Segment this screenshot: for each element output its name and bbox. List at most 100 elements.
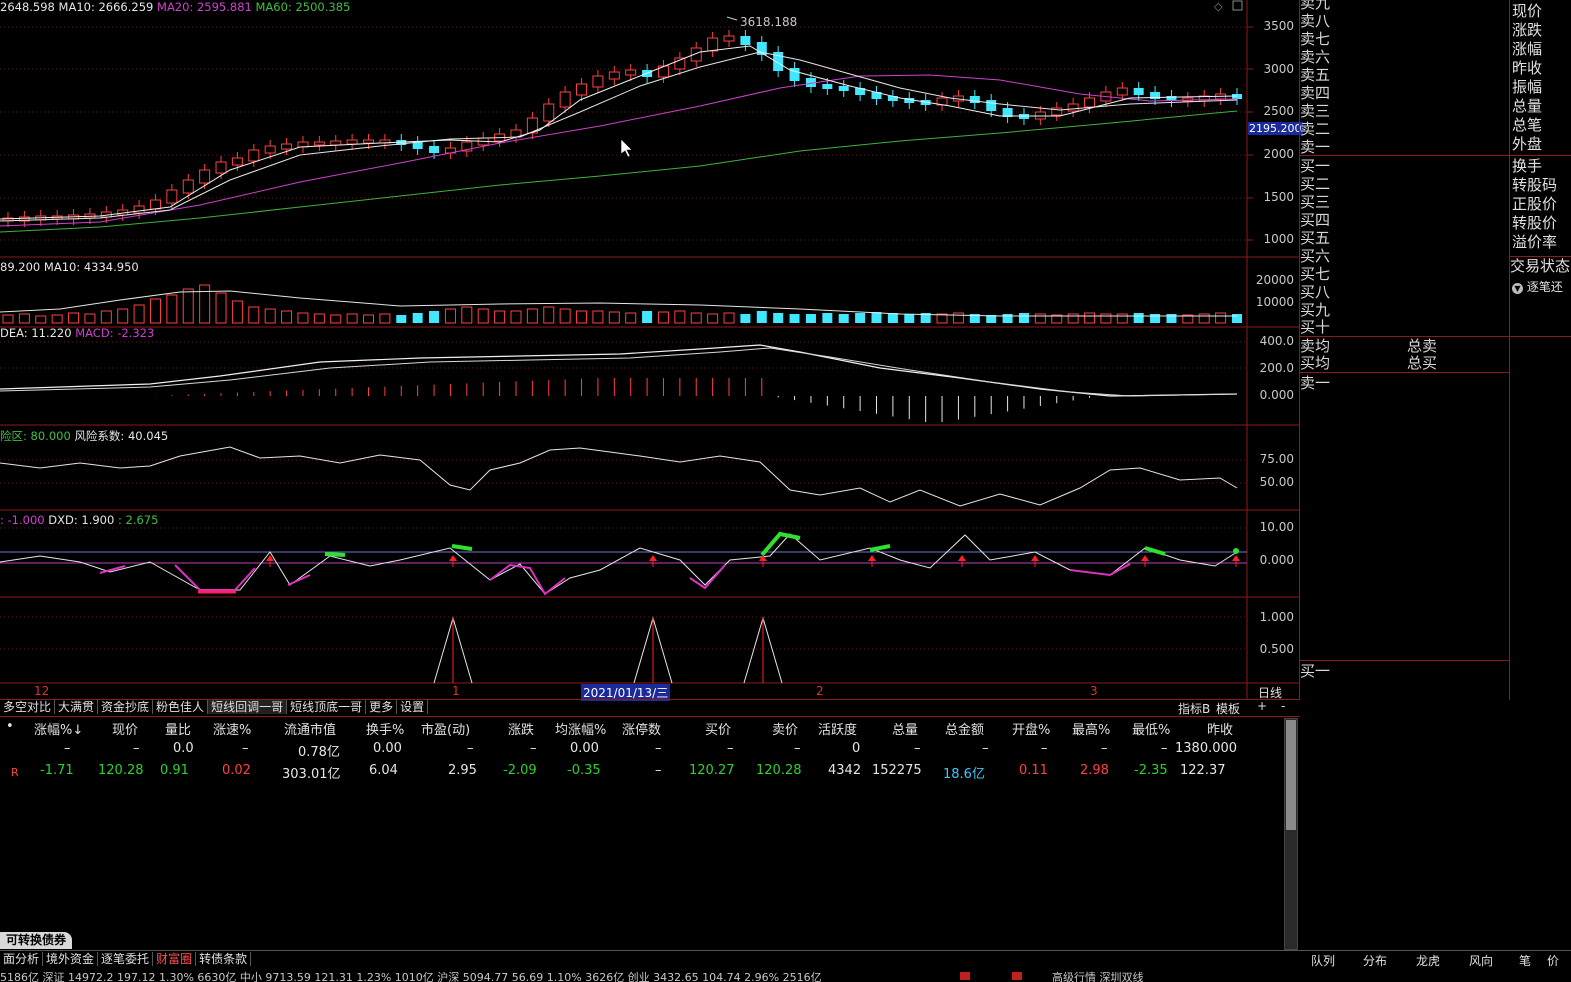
tab-price[interactable]: 价 — [1547, 952, 1559, 969]
field-outer-volume: 外盘 — [1512, 135, 1543, 153]
scrollbar-thumb[interactable] — [1286, 720, 1296, 830]
table-scrollbar[interactable] — [1284, 718, 1298, 950]
candle-body — [215, 161, 227, 174]
volume-bar — [642, 311, 653, 323]
tab-queue[interactable]: 队列 — [1311, 952, 1335, 969]
column-header[interactable]: 总量 — [892, 719, 918, 738]
tab-analysis[interactable]: 面分析 — [0, 952, 44, 966]
macd-tick: 400.0 — [1259, 334, 1294, 348]
dxd-header: : -1.000 DXD: 1.900 : 2.675 — [0, 513, 158, 527]
signal-tick: 0.500 — [1259, 642, 1294, 656]
candle-body — [723, 35, 735, 42]
ma10-value: MA10: 2666.259 — [58, 0, 154, 14]
cell-pe: – — [467, 741, 474, 756]
column-header[interactable]: 最高% — [1072, 719, 1110, 738]
column-header[interactable]: 卖价 — [772, 719, 798, 738]
volume-bar — [231, 300, 243, 324]
cell-speed: – — [242, 741, 249, 756]
volume-bar — [379, 313, 391, 324]
column-header[interactable]: 昨收 — [1207, 719, 1233, 738]
tab-wind[interactable]: 风向 — [1469, 952, 1493, 969]
window-icon[interactable] — [1232, 0, 1243, 11]
tab-dragon-tiger[interactable]: 龙虎 — [1416, 952, 1440, 969]
price-header: 2648.598 MA10: 2666.259 MA20: 2595.881 M… — [0, 0, 350, 14]
chart-canvas[interactable]: 3618.188 ◇ — [0, 0, 1300, 700]
column-header[interactable]: 开盘% — [1012, 719, 1050, 738]
tab-short-pullback[interactable]: 短线回调一哥 — [208, 700, 288, 714]
remove-pane-button[interactable]: - — [1281, 699, 1285, 713]
tab-tick[interactable]: 笔 — [1519, 952, 1531, 969]
column-header[interactable]: 涨幅%↓ — [34, 719, 83, 738]
risk-tick: 75.00 — [1259, 452, 1294, 466]
signal-icon — [960, 972, 970, 980]
bottom-tabs: 面分析 境外资金 逐笔委托 财富圈 转债条款 — [0, 950, 1300, 968]
tab-order-by-order[interactable]: 逐笔委托 — [98, 952, 154, 966]
add-pane-button[interactable]: + — [1257, 699, 1267, 713]
indicator-b-button[interactable]: 指标B — [1178, 700, 1210, 717]
volume-bar — [461, 306, 473, 324]
table-row[interactable]: R -1.71 120.28 0.91 0.02 303.01亿 6.04 2.… — [0, 763, 1280, 783]
column-header[interactable]: 换手% — [366, 719, 404, 738]
buy-one-label: 买一 — [1300, 662, 1331, 680]
tab-grand-slam[interactable]: 大满贯 — [55, 700, 99, 714]
volume-bar — [1002, 314, 1013, 323]
tab-bond-terms[interactable]: 转债条款 — [196, 952, 252, 966]
column-header[interactable]: 流通市值 — [284, 719, 336, 738]
cell-bid: 120.27 — [689, 763, 735, 778]
buy-level: 买五 — [1300, 229, 1331, 247]
candle-body — [1067, 103, 1079, 112]
dxd-c-value: : 2.675 — [117, 513, 159, 527]
tab-short-topbottom[interactable]: 短线顶底一哥 — [287, 700, 367, 714]
diamond-icon[interactable]: ◇ — [1214, 0, 1223, 13]
field-convert-price: 转股价 — [1512, 214, 1558, 232]
tick-toggle[interactable]: ▼ 逐笔还 — [1512, 278, 1563, 295]
tab-overseas-capital[interactable]: 境外资金 — [43, 952, 99, 966]
tab-long-short[interactable]: 多空对比 — [0, 700, 56, 714]
column-header[interactable]: 市盈(动) — [421, 719, 470, 738]
sell-level: 卖七 — [1300, 30, 1331, 48]
column-header[interactable]: 现价 — [112, 719, 138, 738]
field-turnover: 换手 — [1512, 157, 1543, 175]
sell-level: 卖八 — [1300, 12, 1331, 30]
column-header[interactable]: 总金额 — [945, 719, 984, 738]
total-sell-label: 总卖 — [1407, 337, 1438, 355]
candle-body — [559, 91, 571, 108]
tab-more[interactable]: 更多 — [366, 700, 398, 714]
volume-bar — [444, 308, 456, 324]
column-header[interactable]: 最低% — [1132, 719, 1170, 738]
column-header[interactable]: 涨停数 — [622, 719, 661, 738]
template-button[interactable]: 模板 — [1216, 700, 1240, 717]
column-header[interactable]: 量比 — [165, 719, 191, 738]
volume-bar — [215, 292, 227, 324]
tab-pink-lady[interactable]: 粉色佳人 — [153, 700, 209, 714]
column-header[interactable]: • — [6, 719, 14, 734]
volume-bar — [346, 313, 358, 324]
risk-tick: 50.00 — [1259, 475, 1294, 489]
tab-wealth-circle[interactable]: 财富圈 — [153, 952, 197, 966]
column-header[interactable]: 涨跌 — [508, 719, 534, 738]
cell-ask: 120.28 — [756, 763, 802, 778]
macd-dif-line — [0, 344, 1238, 397]
volume-bar — [952, 312, 964, 324]
volume-bar — [1232, 314, 1242, 323]
sell-one-label: 卖一 — [1300, 374, 1331, 392]
cell-open-pct: 0.11 — [1019, 763, 1048, 778]
tab-capital-bottom[interactable]: 资金抄底 — [98, 700, 154, 714]
candle-body — [1133, 88, 1144, 95]
cell-bid: – — [727, 741, 734, 756]
column-header[interactable]: 涨速% — [213, 719, 251, 738]
volume-bar — [1150, 314, 1161, 323]
column-header[interactable]: 活跃度 — [818, 719, 857, 738]
cell-volume: – — [914, 741, 921, 756]
candle-body — [133, 205, 145, 214]
table-row[interactable]: – – 0.0 – 0.78亿 0.00 – – 0.00 – – – 0 – … — [0, 741, 1280, 761]
tab-settings[interactable]: 设置 — [397, 700, 429, 714]
tab-distribution[interactable]: 分布 — [1363, 952, 1387, 969]
bond-tab[interactable]: 可转换债券 — [0, 932, 73, 949]
sell-level: 卖九 — [1300, 0, 1331, 12]
avg-buy-label: 买均 — [1300, 354, 1331, 372]
macd-header: DEA: 11.220 MACD: -2.323 — [0, 326, 154, 340]
column-header[interactable]: 买价 — [705, 719, 731, 738]
column-header[interactable]: 均涨幅% — [555, 719, 606, 738]
macd-histogram — [154, 378, 1091, 422]
